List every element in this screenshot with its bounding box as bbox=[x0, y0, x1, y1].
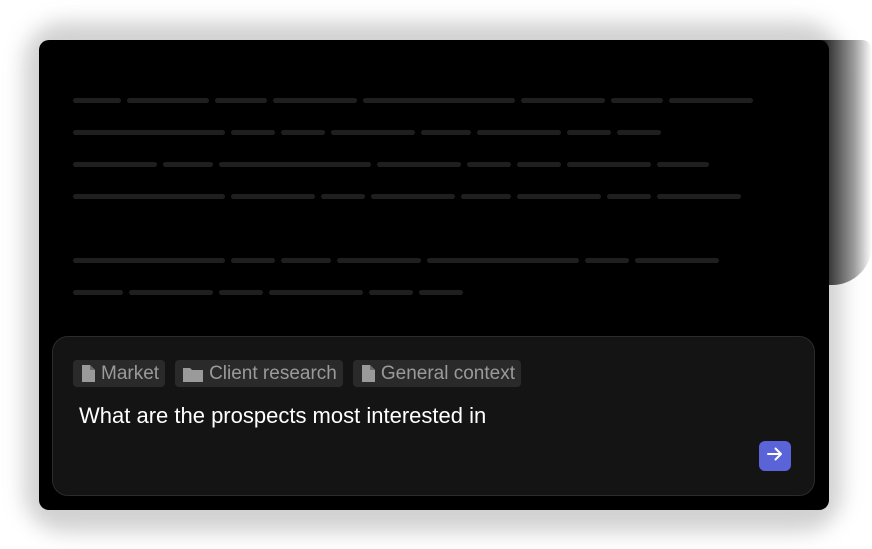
chat-panel: Market Client research General context W… bbox=[39, 40, 829, 510]
placeholder-word bbox=[611, 98, 663, 103]
document-icon bbox=[81, 365, 95, 382]
prompt-composer[interactable]: Market Client research General context W… bbox=[52, 336, 815, 496]
context-chip-client-research[interactable]: Client research bbox=[175, 360, 343, 387]
send-button[interactable] bbox=[759, 441, 791, 471]
context-chips: Market Client research General context bbox=[73, 360, 521, 387]
placeholder-word bbox=[369, 290, 413, 295]
placeholder-word bbox=[467, 162, 511, 167]
placeholder-word bbox=[337, 258, 421, 263]
placeholder-word bbox=[73, 98, 121, 103]
placeholder-word bbox=[371, 194, 455, 199]
placeholder-word bbox=[73, 194, 225, 199]
placeholder-word bbox=[607, 194, 651, 199]
placeholder-line bbox=[73, 130, 661, 135]
placeholder-word bbox=[219, 162, 371, 167]
prompt-input[interactable]: What are the prospects most interested i… bbox=[79, 403, 486, 429]
placeholder-word bbox=[363, 98, 515, 103]
chip-label: Market bbox=[101, 362, 160, 384]
placeholder-word bbox=[129, 290, 213, 295]
placeholder-word bbox=[461, 194, 511, 199]
context-chip-general-context[interactable]: General context bbox=[352, 360, 521, 387]
placeholder-word bbox=[273, 98, 357, 103]
placeholder-word bbox=[377, 162, 461, 167]
placeholder-word bbox=[281, 130, 325, 135]
placeholder-word bbox=[321, 194, 365, 199]
folder-icon bbox=[183, 366, 204, 382]
placeholder-word bbox=[517, 194, 601, 199]
placeholder-word bbox=[269, 290, 363, 295]
placeholder-word bbox=[231, 258, 275, 263]
arrow-right-icon bbox=[767, 447, 783, 466]
placeholder-word bbox=[567, 162, 651, 167]
chip-label: General context bbox=[380, 362, 515, 384]
placeholder-word bbox=[281, 258, 331, 263]
placeholder-line bbox=[73, 290, 463, 295]
placeholder-line bbox=[73, 98, 753, 103]
context-chip-market[interactable]: Market bbox=[73, 360, 166, 387]
placeholder-word bbox=[231, 194, 315, 199]
placeholder-word bbox=[73, 130, 225, 135]
chip-label: Client research bbox=[209, 362, 337, 384]
placeholder-word bbox=[73, 258, 225, 263]
placeholder-word bbox=[419, 290, 463, 295]
placeholder-word bbox=[669, 98, 753, 103]
placeholder-word bbox=[567, 130, 611, 135]
placeholder-word bbox=[477, 130, 561, 135]
placeholder-word bbox=[231, 130, 275, 135]
placeholder-word bbox=[427, 258, 579, 263]
placeholder-line bbox=[73, 162, 709, 167]
placeholder-word bbox=[73, 162, 157, 167]
placeholder-word bbox=[73, 290, 123, 295]
document-icon bbox=[361, 365, 375, 382]
placeholder-word bbox=[635, 258, 719, 263]
placeholder-word bbox=[215, 98, 267, 103]
placeholder-line bbox=[73, 258, 719, 263]
placeholder-word bbox=[163, 162, 213, 167]
placeholder-line bbox=[73, 194, 741, 199]
placeholder-word bbox=[517, 162, 561, 167]
placeholder-word bbox=[585, 258, 629, 263]
placeholder-word bbox=[617, 130, 661, 135]
placeholder-word bbox=[421, 130, 471, 135]
placeholder-word bbox=[331, 130, 415, 135]
placeholder-word bbox=[127, 98, 209, 103]
placeholder-word bbox=[521, 98, 605, 103]
placeholder-word bbox=[657, 162, 709, 167]
placeholder-word bbox=[657, 194, 741, 199]
placeholder-word bbox=[219, 290, 263, 295]
